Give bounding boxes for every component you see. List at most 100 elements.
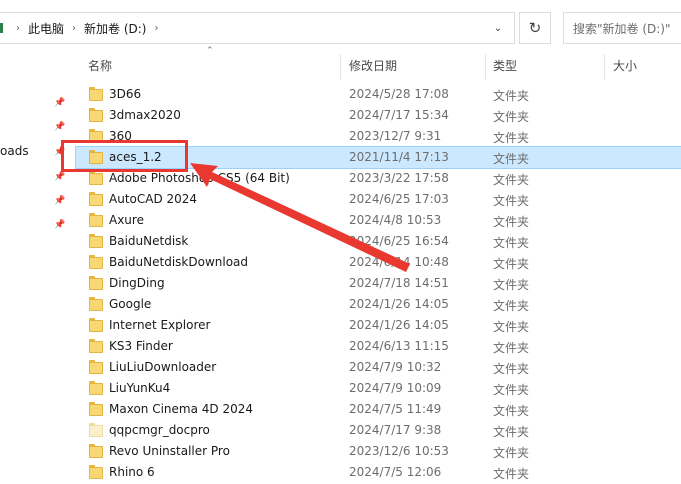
column-divider[interactable]: [604, 54, 605, 80]
file-modified-date: 2023/12/6 10:53: [349, 444, 449, 458]
file-row[interactable]: BaiduNetdisk 2024/6/25 16:54 文件夹: [76, 231, 681, 252]
file-row[interactable]: Rhino 6 2024/7/5 12:06 文件夹: [76, 462, 681, 483]
file-name: Revo Uninstaller Pro: [109, 444, 230, 458]
file-modified-date: 2024/7/18 14:51: [349, 276, 449, 290]
file-modified-date: 2024/1/26 14:05: [349, 318, 449, 332]
folder-icon: [89, 234, 103, 248]
chevron-right-icon: ›: [16, 22, 20, 34]
file-name: DingDing: [109, 276, 165, 290]
column-divider[interactable]: [485, 54, 486, 80]
column-header-name[interactable]: 名称: [88, 57, 112, 74]
breadcrumb-this-pc[interactable]: 此电脑: [28, 20, 64, 37]
file-modified-date: 2024/6/25 16:54: [349, 234, 449, 248]
file-name: LiuYunKu4: [109, 381, 171, 395]
file-modified-date: 2024/7/9 10:32: [349, 360, 442, 374]
chevron-right-icon: ›: [72, 22, 77, 34]
folder-icon: [89, 297, 103, 311]
file-list: 3D66 2024/5/28 17:08 文件夹 3dmax2020 2024/7/17…: [75, 84, 681, 483]
file-modified-date: 2021/11/4 17:13: [349, 150, 449, 164]
folder-icon: [89, 360, 103, 374]
file-modified-date: 2024/6/13 11:15: [349, 339, 449, 353]
folder-icon: [89, 381, 103, 395]
navigation-pane: oads 📌 📌 📌 📌 📌 📌: [0, 48, 72, 484]
file-name: KS3 Finder: [109, 339, 173, 353]
column-divider[interactable]: [340, 54, 341, 80]
folder-icon: [89, 87, 103, 101]
folder-icon: [89, 339, 103, 353]
pin-icon: 📌: [54, 122, 66, 132]
file-row[interactable]: KS3 Finder 2024/6/13 11:15 文件夹: [76, 336, 681, 357]
file-row[interactable]: LiuYunKu4 2024/7/9 10:09 文件夹: [76, 378, 681, 399]
file-modified-date: 2024/7/5 12:06: [349, 465, 442, 479]
chevron-right-icon[interactable]: ›: [154, 23, 158, 34]
file-row[interactable]: 3dmax2020 2024/7/17 15:34 文件夹: [76, 105, 681, 126]
sort-ascending-icon: ⌃: [206, 46, 214, 56]
file-name: LiuLiuDownloader: [109, 360, 217, 374]
file-type: 文件夹: [493, 215, 530, 229]
column-header-modified[interactable]: 修改日期: [349, 57, 397, 74]
file-type: 文件夹: [493, 152, 530, 166]
refresh-icon: ↻: [528, 19, 542, 37]
file-type: 文件夹: [493, 257, 530, 271]
folder-icon: [89, 402, 103, 416]
file-name: Internet Explorer: [109, 318, 211, 332]
folder-icon: [89, 276, 103, 290]
file-row[interactable]: AutoCAD 2024 2024/6/25 17:03 文件夹: [76, 189, 681, 210]
file-row[interactable]: qqpcmgr_docpro 2024/7/17 9:38 文件夹: [76, 420, 681, 441]
file-name: Google: [109, 297, 152, 311]
file-modified-date: 2024/5/28 17:08: [349, 87, 449, 101]
file-type: 文件夹: [493, 131, 530, 145]
file-type: 文件夹: [493, 194, 530, 208]
file-row[interactable]: Internet Explorer 2024/1/26 14:05 文件夹: [76, 315, 681, 336]
file-row[interactable]: aces_1.2 2021/11/4 17:13 文件夹: [75, 146, 681, 169]
folder-icon: [89, 150, 103, 164]
pin-icon: 📌: [54, 172, 66, 182]
file-modified-date: 2024/7/5 11:49: [349, 402, 442, 416]
file-name: 360: [109, 129, 132, 143]
folder-icon: [89, 213, 103, 227]
file-row[interactable]: BaiduNetdiskDownload 2024/6/14 10:48 文件夹: [76, 252, 681, 273]
file-row[interactable]: 3D66 2024/5/28 17:08 文件夹: [76, 84, 681, 105]
breadcrumb-drive-d[interactable]: 新加卷 (D:): [84, 20, 146, 37]
file-row[interactable]: DingDing 2024/7/18 14:51 文件夹: [76, 273, 681, 294]
file-row[interactable]: 360 2023/12/7 9:31 文件夹: [76, 126, 681, 147]
column-header-type[interactable]: 类型: [493, 57, 517, 74]
folder-icon: [89, 444, 103, 458]
file-row[interactable]: Axure 2024/4/8 10:53 文件夹: [76, 210, 681, 231]
file-row[interactable]: Google 2024/1/26 14:05 文件夹: [76, 294, 681, 315]
file-explorer-window: › 此电脑 › 新加卷 (D:) › ⌄ ↻ 搜索"新加卷 (D:)" oads…: [0, 0, 681, 484]
file-type: 文件夹: [493, 320, 530, 334]
column-header-size[interactable]: 大小: [613, 57, 637, 74]
file-modified-date: 2024/7/17 15:34: [349, 108, 449, 122]
pin-icon: 📌: [54, 196, 66, 206]
file-name: AutoCAD 2024: [109, 192, 198, 206]
file-type: 文件夹: [493, 173, 530, 187]
file-type: 文件夹: [493, 446, 530, 460]
file-row[interactable]: Revo Uninstaller Pro 2023/12/6 10:53 文件夹: [76, 441, 681, 462]
file-type: 文件夹: [493, 236, 530, 250]
file-name: BaiduNetdisk: [109, 234, 189, 248]
file-type: 文件夹: [493, 299, 530, 313]
address-bar[interactable]: › 此电脑 › 新加卷 (D:) ›: [0, 12, 515, 44]
search-input[interactable]: 搜索"新加卷 (D:)": [563, 12, 681, 44]
file-type: 文件夹: [493, 341, 530, 355]
file-row[interactable]: LiuLiuDownloader 2024/7/9 10:32 文件夹: [76, 357, 681, 378]
file-modified-date: 2024/4/8 10:53: [349, 213, 442, 227]
file-type: 文件夹: [493, 425, 530, 439]
file-modified-date: 2023/3/22 17:58: [349, 171, 449, 185]
address-history-dropdown[interactable]: ⌄: [481, 12, 515, 44]
pin-icon: 📌: [54, 220, 66, 230]
file-row[interactable]: Maxon Cinema 4D 2024 2024/7/5 11:49 文件夹: [76, 399, 681, 420]
pin-icon: 📌: [54, 147, 66, 157]
nav-item-downloads[interactable]: oads: [0, 144, 29, 158]
folder-icon: [89, 192, 103, 206]
refresh-button[interactable]: ↻: [519, 12, 551, 44]
file-type: 文件夹: [493, 89, 530, 103]
address-toolbar: › 此电脑 › 新加卷 (D:) › ⌄ ↻ 搜索"新加卷 (D:)": [0, 0, 681, 48]
folder-icon: [89, 108, 103, 122]
file-modified-date: 2024/6/25 17:03: [349, 192, 449, 206]
file-type: 文件夹: [493, 404, 530, 418]
file-name: Rhino 6: [109, 465, 155, 479]
file-type: 文件夹: [493, 278, 530, 292]
file-row[interactable]: Adobe Photoshop CS5 (64 Bit) 2023/3/22 17…: [76, 168, 681, 189]
